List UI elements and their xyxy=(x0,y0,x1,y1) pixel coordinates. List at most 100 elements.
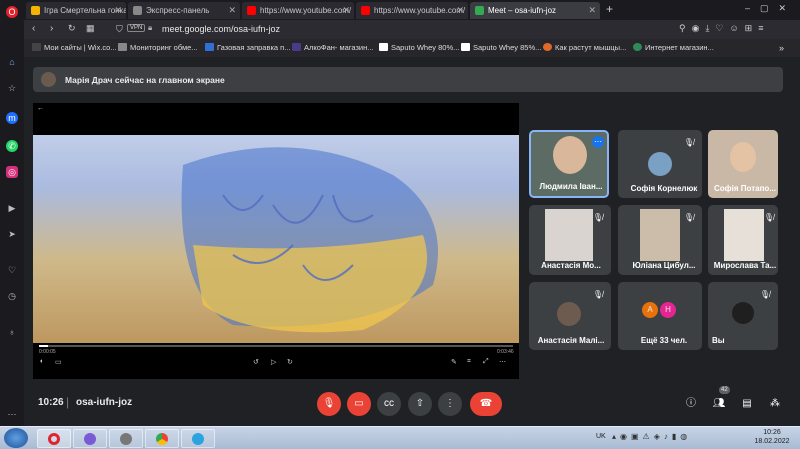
new-tab-button[interactable]: + xyxy=(606,2,613,16)
info-icon[interactable]: ⓘ xyxy=(679,392,703,416)
close-icon[interactable]: ✕ xyxy=(588,5,596,16)
close-icon[interactable]: ✕ xyxy=(342,5,350,16)
people-icon[interactable]: 👥︎ xyxy=(707,392,731,416)
participant-tile[interactable]: 🎙︎̸ Мирослава Та... xyxy=(708,205,778,275)
messenger-icon[interactable]: m xyxy=(6,112,18,124)
bookmark-item[interactable]: Мониторинг обме... xyxy=(118,43,198,52)
participant-tile[interactable]: 🎙︎̸ Анастасія Мо... xyxy=(529,205,611,275)
bookmark-item[interactable]: Saputo Whey 85%... xyxy=(461,43,541,52)
camera-toggle-button[interactable]: ▭ xyxy=(347,392,371,416)
taskbar-opera[interactable] xyxy=(37,429,71,448)
taskbar-viber[interactable] xyxy=(73,429,107,448)
shield-icon: ⛉ xyxy=(116,24,123,34)
bookmark-item[interactable]: Как растут мышцы... xyxy=(543,43,626,52)
captions-icon[interactable]: ▭ xyxy=(55,358,62,366)
participant-tile[interactable]: 🎙︎̸ Софія Корнелюк xyxy=(618,130,702,198)
forward-icon[interactable]: › xyxy=(50,23,53,34)
mic-toggle-button[interactable]: 🎙︎ xyxy=(317,392,341,416)
mic-off-icon: 🎙︎̸ xyxy=(592,213,603,222)
leave-call-button[interactable]: ☎ xyxy=(470,392,502,416)
history-icon[interactable]: ◷ xyxy=(6,290,18,302)
bookmark-item[interactable]: АлкоФан- магазин... xyxy=(292,43,374,52)
avatar: А xyxy=(642,302,658,318)
whatsapp-icon[interactable]: ✆ xyxy=(6,140,18,152)
chat-icon[interactable]: ▤ xyxy=(735,392,759,416)
participant-tile[interactable]: ⋯ Людмила Іван... xyxy=(529,130,609,198)
back-icon[interactable]: ‹ xyxy=(32,23,35,34)
participant-tile[interactable]: Софія Потапо... xyxy=(708,130,778,198)
language-indicator[interactable]: UK xyxy=(596,433,606,440)
tray-icons[interactable]: ▴◉▣⚠◈♪▮◍ xyxy=(612,432,691,441)
tab-title: https://www.youtube.com/ xyxy=(374,6,466,15)
shared-video-frame xyxy=(33,135,519,343)
activities-icon[interactable]: ⁂ xyxy=(763,392,787,416)
address-bar: ‹ › ↻ ▦ ⛉ VPN 🔒︎ meet.google.com/osa-iuf… xyxy=(24,20,800,39)
pen-icon[interactable]: ✎ xyxy=(451,358,457,366)
bookmark-item[interactable]: Saputo Whey 80%... xyxy=(379,43,459,52)
tab-youtube-2[interactable]: https://www.youtube.com/ ✕ xyxy=(356,2,468,19)
captions-button[interactable]: cc xyxy=(377,392,401,416)
present-button[interactable]: ⇧ xyxy=(408,392,432,416)
meet-control-bar: 10:26 | osa-iufn-joz 🎙︎ ▭ cc ⇧ ⋮ ☎ ⓘ 👥︎ … xyxy=(24,386,800,426)
video-current-time: 0:00:05 xyxy=(39,349,56,355)
volume-icon[interactable]: ◖ xyxy=(39,358,43,365)
bookmarks-overflow-icon[interactable]: » xyxy=(779,43,784,53)
clock-date[interactable]: 18.02.2022 xyxy=(752,438,792,445)
participant-video xyxy=(640,209,680,261)
meeting-time: 10:26 xyxy=(38,397,64,408)
vpn-badge[interactable]: VPN xyxy=(127,24,146,32)
avatar xyxy=(557,302,581,326)
bookmark-label: Интернет магазин... xyxy=(645,43,714,52)
video-progress-fill xyxy=(39,345,49,347)
player-icon[interactable]: ▶ xyxy=(6,202,18,214)
home-icon[interactable]: ⌂ xyxy=(6,56,18,68)
heart-icon[interactable]: ♡ xyxy=(6,264,18,276)
bookmark-item[interactable]: Интернет магазин... xyxy=(633,43,714,52)
clock-time[interactable]: 10:26 xyxy=(752,429,792,436)
tab-game[interactable]: Ігра Смертельна гонка он ✕ xyxy=(26,2,126,19)
participant-tile[interactable]: 🎙︎̸ Юліана Цибул... xyxy=(618,205,702,275)
bookmark-item[interactable]: Газовая заправка п... xyxy=(205,43,290,52)
close-icon[interactable]: ✕ xyxy=(228,5,236,16)
tab-speed-dial[interactable]: Экспресс-панель ✕ xyxy=(128,2,240,19)
tab-title: Экспресс-панель xyxy=(146,6,210,15)
reload-icon[interactable]: ↻ xyxy=(68,23,76,34)
bookmark-item[interactable]: Мои сайты | Wix.co... xyxy=(32,43,117,52)
bookmark-favicon xyxy=(32,43,41,51)
start-button[interactable] xyxy=(4,428,28,448)
avatar xyxy=(41,72,56,87)
opera-logo-icon[interactable]: O xyxy=(6,6,18,18)
close-icon[interactable]: ✕ xyxy=(114,5,122,16)
send-icon[interactable]: ➤ xyxy=(6,228,18,240)
self-tile[interactable]: 🎙︎̸ Вы xyxy=(708,282,778,350)
tab-meet[interactable]: Meet – osa-iufn-joz ✕ xyxy=(470,2,600,19)
instagram-icon[interactable]: ◎ xyxy=(6,166,18,178)
url-field[interactable]: meet.google.com/osa-iufn-joz xyxy=(162,24,280,34)
more-participants-tile[interactable]: А Н Ещё 33 чел. xyxy=(618,282,702,350)
flag-artwork xyxy=(33,135,519,343)
taskbar-settings[interactable] xyxy=(109,429,143,448)
close-icon[interactable]: ✕ xyxy=(456,5,464,16)
star-icon[interactable]: ☆ xyxy=(6,82,18,94)
address-actions[interactable]: ⚲◉⤓♡☺⊞≡ xyxy=(679,23,769,34)
rewind-icon[interactable]: ↺ xyxy=(253,358,259,366)
participant-name: Мирослава Та... xyxy=(713,261,777,270)
more-options-button[interactable]: ⋮ xyxy=(438,392,462,416)
participant-name: Анастасія Малі... xyxy=(537,336,605,345)
video-progress-track[interactable] xyxy=(39,345,513,347)
taskbar-chrome[interactable] xyxy=(145,429,179,448)
tab-youtube-1[interactable]: https://www.youtube.com/ ✕ xyxy=(242,2,354,19)
window-controls[interactable]: –▢✕ xyxy=(745,3,796,14)
more-icon[interactable]: ⋯ xyxy=(6,408,18,420)
fullscreen-icon[interactable]: ⤢ xyxy=(483,358,489,366)
mic-off-icon: 🎙︎̸ xyxy=(683,138,694,147)
tabs-grid-icon[interactable]: ▦ xyxy=(86,23,95,34)
bulb-icon[interactable]: ♁ xyxy=(6,326,18,338)
play-icon[interactable]: ▷ xyxy=(271,358,276,366)
forward-10-icon[interactable]: ↻ xyxy=(287,358,293,366)
back-arrow-icon[interactable]: ← xyxy=(37,105,44,112)
more-icon[interactable]: ⋯ xyxy=(499,358,506,366)
participant-tile[interactable]: 🎙︎̸ Анастасія Малі... xyxy=(529,282,611,350)
crop-icon[interactable]: ⌗ xyxy=(467,358,471,366)
taskbar-telegram[interactable] xyxy=(181,429,215,448)
